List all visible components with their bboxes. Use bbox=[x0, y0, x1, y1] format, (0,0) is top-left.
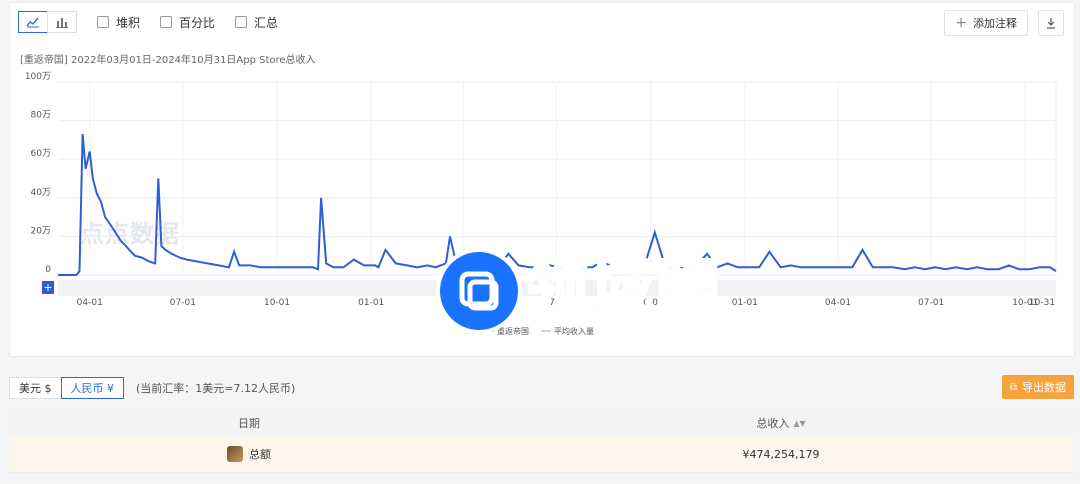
site-watermark: 领域圈 bbox=[440, 248, 722, 334]
zoom-plus-icon: + bbox=[43, 281, 52, 294]
export-data-button[interactable]: ⧉ 导出数据 bbox=[1001, 375, 1074, 399]
table-header: 日期 总收入 ▲▼ bbox=[9, 410, 1073, 436]
x-tick-label: 07-01 bbox=[918, 298, 944, 308]
y-tick-label: 80万 bbox=[31, 111, 51, 121]
y-tick-label: 100万 bbox=[25, 72, 51, 82]
x-tick-label: 04-01 bbox=[77, 298, 103, 308]
x-tick-label: 07-01 bbox=[170, 298, 196, 308]
cny-button[interactable]: 人民币 ¥ bbox=[60, 377, 124, 399]
exchange-rate-note: (当前汇率：1美元=7.12人民币) bbox=[136, 382, 296, 395]
x-tick-label: 01-01 bbox=[732, 298, 758, 308]
y-tick-label: 60万 bbox=[31, 149, 51, 159]
x-tick-label: 10-01 bbox=[264, 298, 290, 308]
sort-icon[interactable]: ▲▼ bbox=[793, 419, 805, 428]
y-tick-label: 40万 bbox=[31, 188, 51, 198]
col-header-date: 日期 bbox=[238, 417, 260, 430]
app-icon bbox=[227, 446, 243, 462]
y-tick-label: 0 bbox=[45, 265, 51, 275]
export-icon: ⧉ bbox=[1009, 381, 1017, 393]
x-tick-label: 10-31 bbox=[1029, 298, 1055, 308]
watermark-logo-icon bbox=[440, 252, 518, 330]
export-label: 导出数据 bbox=[1022, 381, 1066, 394]
x-tick-label: 01-01 bbox=[358, 298, 384, 308]
row-revenue-cell: ¥474,254,179 bbox=[742, 447, 820, 461]
y-tick-label: 20万 bbox=[31, 226, 51, 236]
row-date-cell: 总额 bbox=[9, 446, 489, 462]
revenue-table: 日期 总收入 ▲▼ 总额 ¥474,254,179 bbox=[9, 410, 1073, 473]
table-row: 总额 ¥474,254,179 bbox=[9, 436, 1073, 473]
currency-switch: 美元 $ 人民币 ¥ (当前汇率：1美元=7.12人民币) bbox=[9, 376, 295, 400]
x-tick-label: 04-01 bbox=[825, 298, 851, 308]
col-header-revenue[interactable]: 总收入 ▲▼ bbox=[489, 415, 1073, 431]
watermark-text: 领域圈 bbox=[523, 254, 722, 328]
usd-button[interactable]: 美元 $ bbox=[9, 377, 62, 399]
